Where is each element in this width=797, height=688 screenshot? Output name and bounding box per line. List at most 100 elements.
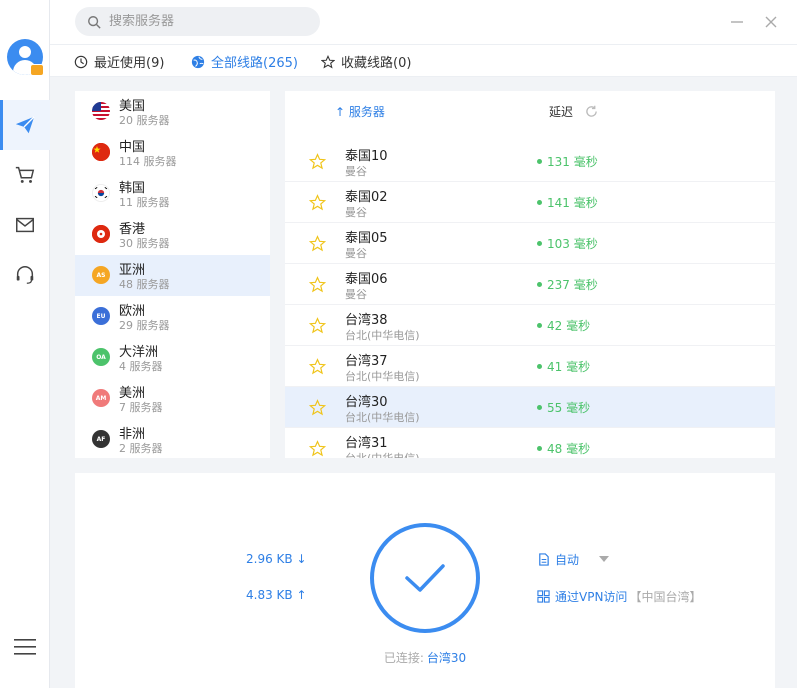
- chevron-down-icon[interactable]: [599, 556, 609, 562]
- sort-by-delay[interactable]: 延迟: [549, 103, 573, 120]
- america-badge-icon: AM: [92, 389, 110, 407]
- region-count: 4 服务器: [119, 360, 163, 373]
- region-count: 114 服务器: [119, 155, 177, 168]
- upload-traffic: 4.83 KB ↑: [246, 588, 307, 602]
- checkmark-icon: [405, 564, 445, 592]
- region-item-america[interactable]: AM 美洲 7 服务器: [75, 378, 270, 419]
- headset-icon: [16, 266, 34, 284]
- document-icon: [539, 553, 549, 566]
- nav-support[interactable]: [0, 250, 50, 300]
- tab-bar: 最近使用(9) 全部线路(265) 收藏线路(0): [50, 44, 797, 79]
- search-icon: [88, 15, 101, 29]
- server-location: 台北(中华电信): [345, 450, 420, 458]
- asia-badge-icon: AS: [92, 266, 110, 284]
- server-name: 泰国06: [345, 272, 388, 287]
- region-item-oceania[interactable]: OA 大洋洲 4 服务器: [75, 337, 270, 378]
- connection-status: 已连接: 台湾30: [383, 651, 467, 665]
- server-row[interactable]: 泰国10 曼谷 131 毫秒: [285, 141, 775, 182]
- server-row[interactable]: 泰国05 曼谷 103 毫秒: [285, 223, 775, 264]
- server-latency: 237 毫秒: [537, 276, 598, 293]
- connected-server: 台湾30: [426, 651, 467, 665]
- server-row[interactable]: 台湾38 台北(中华电信) 42 毫秒: [285, 305, 775, 346]
- server-latency: 103 毫秒: [537, 235, 598, 252]
- search-box: [75, 7, 320, 36]
- server-row[interactable]: 台湾37 台北(中华电信) 41 毫秒: [285, 346, 775, 387]
- cn-flag-icon: [92, 143, 110, 161]
- server-latency: 131 毫秒: [537, 153, 598, 170]
- server-location: 曼谷: [345, 247, 367, 260]
- us-flag-icon: [92, 102, 110, 120]
- favorite-star-icon[interactable]: [309, 153, 326, 170]
- nav-messages[interactable]: [0, 200, 50, 250]
- favorite-star-icon[interactable]: [309, 358, 326, 375]
- tab-all[interactable]: 全部线路(265): [191, 45, 298, 79]
- clock-icon: [74, 55, 88, 68]
- server-location: 台北(中华电信): [345, 370, 420, 383]
- sort-by-server[interactable]: ↑ 服务器: [335, 103, 385, 120]
- menu-icon[interactable]: [14, 638, 36, 656]
- region-item-us[interactable]: 美国 20 服务器: [75, 91, 270, 132]
- region-count: 48 服务器: [119, 278, 170, 291]
- vpn-region-note: 【中国台湾】: [629, 590, 702, 604]
- mode-selector[interactable]: 自动: [537, 551, 579, 568]
- server-name: 泰国05: [345, 231, 388, 246]
- nav-store[interactable]: [0, 150, 50, 200]
- server-row-selected[interactable]: 台湾30 台北(中华电信) 55 毫秒: [285, 387, 775, 428]
- connect-button[interactable]: [370, 523, 480, 633]
- favorite-star-icon[interactable]: [309, 399, 326, 416]
- server-list: ↑ 服务器 延迟 泰国10 曼谷 131 毫秒 泰国02 曼谷 141 毫秒 泰…: [285, 91, 775, 458]
- tab-recent[interactable]: 最近使用(9): [74, 45, 164, 78]
- server-location: 曼谷: [345, 288, 367, 301]
- server-name: 台湾31: [345, 436, 388, 451]
- kr-flag-icon: [92, 184, 110, 202]
- vpn-access-link[interactable]: 通过VPN访问 【中国台湾】: [537, 588, 701, 605]
- cart-icon: [15, 166, 35, 183]
- favorite-star-icon[interactable]: [309, 276, 326, 293]
- region-item-africa[interactable]: AF 非洲 2 服务器: [75, 419, 270, 458]
- favorite-star-icon[interactable]: [309, 440, 326, 457]
- region-count: 30 服务器: [119, 237, 170, 250]
- send-icon: [15, 116, 35, 134]
- minimize-icon: [731, 21, 743, 23]
- server-list-header: ↑ 服务器 延迟: [285, 91, 775, 131]
- server-name: 台湾38: [345, 313, 388, 328]
- refresh-icon[interactable]: [585, 105, 598, 118]
- close-icon: [765, 16, 777, 28]
- favorite-star-icon[interactable]: [309, 194, 326, 211]
- hk-flag-icon: [92, 225, 110, 243]
- minimize-button[interactable]: [729, 14, 745, 30]
- server-location: 台北(中华电信): [345, 329, 420, 342]
- close-button[interactable]: [763, 14, 779, 30]
- region-item-kr[interactable]: 韩国 11 服务器: [75, 173, 270, 214]
- nav-servers[interactable]: [0, 100, 50, 150]
- server-row[interactable]: 泰国06 曼谷 237 毫秒: [285, 264, 775, 305]
- download-traffic: 2.96 KB ↓: [246, 552, 307, 566]
- vip-badge-icon: [30, 64, 44, 76]
- europe-badge-icon: EU: [92, 307, 110, 325]
- region-item-hk[interactable]: 香港 30 服务器: [75, 214, 270, 255]
- server-location: 曼谷: [345, 165, 367, 178]
- mail-icon: [16, 217, 34, 233]
- server-name: 泰国10: [345, 149, 388, 164]
- server-row[interactable]: 泰国02 曼谷 141 毫秒: [285, 182, 775, 223]
- server-latency: 42 毫秒: [537, 317, 590, 334]
- region-item-asia[interactable]: AS 亚洲 48 服务器: [75, 255, 270, 296]
- region-count: 20 服务器: [119, 114, 170, 127]
- tab-favorites[interactable]: 收藏线路(0): [321, 45, 411, 78]
- server-latency: 41 毫秒: [537, 358, 590, 375]
- globe-icon: [191, 55, 205, 68]
- server-location: 曼谷: [345, 206, 367, 219]
- server-latency: 48 毫秒: [537, 440, 590, 457]
- region-count: 2 服务器: [119, 442, 163, 455]
- favorite-star-icon[interactable]: [309, 235, 326, 252]
- server-latency: 141 毫秒: [537, 194, 598, 211]
- server-name: 台湾37: [345, 354, 388, 369]
- region-item-cn[interactable]: 中国 114 服务器: [75, 132, 270, 173]
- star-icon: [321, 54, 335, 69]
- region-item-europe[interactable]: EU 欧洲 29 服务器: [75, 296, 270, 337]
- region-list: 美国 20 服务器 中国 114 服务器 韩国 11 服务器 香港 30 服务器…: [75, 91, 270, 458]
- server-row[interactable]: 台湾31 台北(中华电信) 48 毫秒: [285, 428, 775, 458]
- region-count: 7 服务器: [119, 401, 163, 414]
- search-input[interactable]: [109, 14, 309, 29]
- favorite-star-icon[interactable]: [309, 317, 326, 334]
